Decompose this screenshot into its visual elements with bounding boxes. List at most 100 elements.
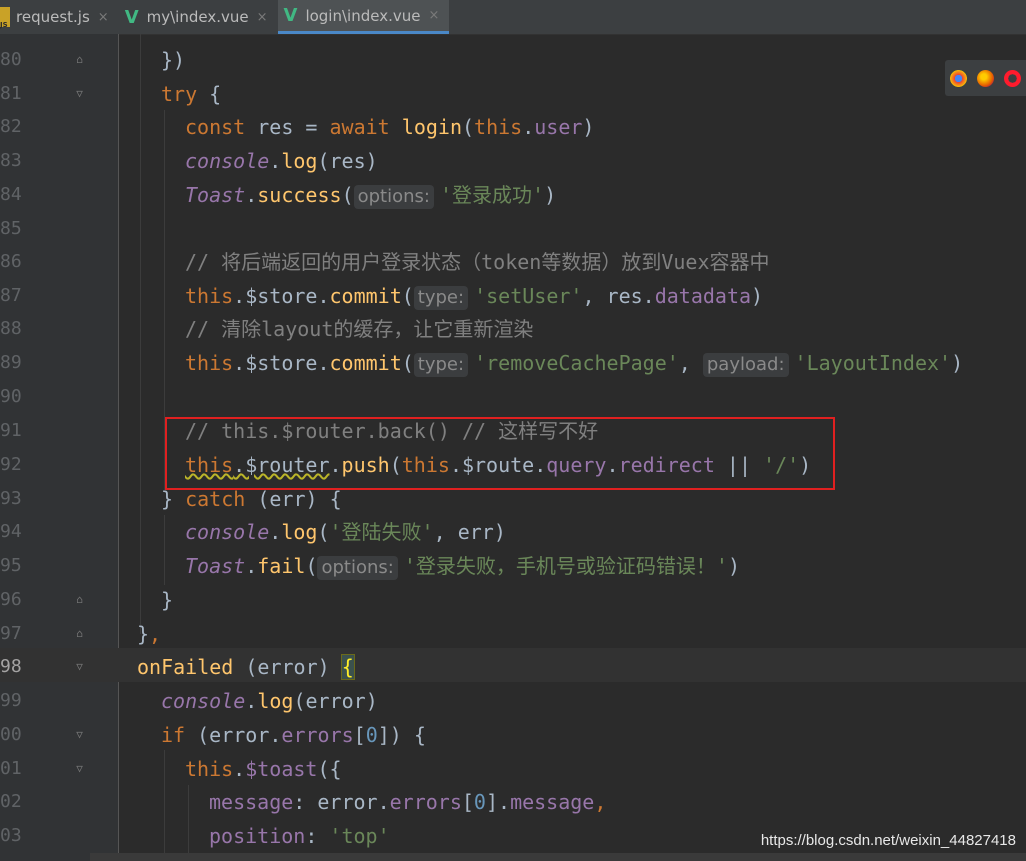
code-string: 'setUser' — [474, 284, 583, 308]
tab-my-index-vue[interactable]: V my\index.vue × — [119, 0, 278, 34]
code-function: onFailed — [137, 655, 234, 679]
code-global: console — [161, 689, 246, 713]
close-icon[interactable]: × — [98, 10, 109, 25]
code-text: ( — [317, 520, 330, 544]
code-text: : error. — [293, 790, 390, 814]
line-number: 90 — [0, 386, 22, 407]
code-text: (err) { — [245, 487, 342, 511]
line-number: 02 — [0, 791, 22, 812]
line-number: 88 — [0, 318, 22, 339]
fold-end-icon[interactable]: ⌂ — [73, 627, 86, 640]
code-property: message — [510, 790, 595, 814]
horizontal-scrollbar[interactable] — [90, 853, 1026, 861]
code-text: } — [161, 588, 174, 612]
code-text: ( — [401, 351, 414, 375]
code-property: user — [534, 115, 583, 139]
code-text: { — [197, 82, 222, 106]
code-text: ( — [401, 284, 414, 308]
code-function: commit — [329, 284, 402, 308]
line-number: 97 — [0, 623, 22, 644]
code-text: ( — [341, 183, 354, 207]
line-number: 00 — [0, 724, 22, 745]
code-text: (res) — [317, 149, 378, 173]
parameter-hint: options: — [317, 556, 398, 580]
code-keyword: this — [185, 284, 234, 308]
opera-icon[interactable] — [1004, 69, 1021, 87]
code-text: ({ — [317, 757, 342, 781]
code-keyword: try — [161, 82, 198, 106]
close-icon[interactable]: × — [428, 8, 439, 23]
fold-end-icon[interactable]: ⌂ — [73, 53, 86, 66]
fold-start-icon[interactable]: ▽ — [73, 762, 86, 775]
code-line: 84 Toast.success(options: '登录成功') — [0, 178, 1026, 212]
close-icon[interactable]: × — [257, 10, 268, 25]
code-line: 02 message: error.errors[0].message, — [0, 785, 1026, 819]
code-line: 01 ▽ this.$toast({ — [0, 752, 1026, 786]
line-number: 85 — [0, 218, 22, 239]
code-line: 94 console.log('登陆失败', err) — [0, 515, 1026, 549]
code-line: 88 // 清除layout的缓存，让它重新渲染 — [0, 312, 1026, 346]
line-number: 92 — [0, 454, 22, 475]
code-text: , — [149, 622, 162, 646]
line-number: 01 — [0, 758, 22, 779]
code-function: log — [257, 689, 294, 713]
line-number: 03 — [0, 825, 22, 846]
code-text: ]) { — [377, 723, 426, 747]
code-global: console — [185, 520, 270, 544]
line-number: 81 — [0, 83, 22, 104]
code-function: login — [389, 115, 462, 139]
code-comment: // 清除layout的缓存，让它重新渲染 — [185, 317, 534, 341]
browser-preview-bar — [945, 60, 1026, 96]
fold-end-icon[interactable]: ⌂ — [73, 593, 86, 606]
code-text: .$store. — [233, 284, 330, 308]
parameter-hint: type: — [413, 353, 469, 377]
code-string: 'LayoutIndex' — [794, 351, 952, 375]
code-text: , — [594, 790, 607, 814]
code-text: [ — [353, 723, 366, 747]
fold-start-icon[interactable]: ▽ — [73, 87, 86, 100]
code-line: 83 console.log(res) — [0, 144, 1026, 178]
code-text: .$store. — [233, 351, 330, 375]
fold-start-icon[interactable]: ▽ — [73, 660, 86, 673]
code-text: , res. — [582, 284, 655, 308]
firefox-icon[interactable] — [977, 69, 994, 87]
line-number: 87 — [0, 285, 22, 306]
editor-tab-bar: request.js × V my\index.vue × V login\in… — [0, 0, 1026, 35]
code-text: . — [522, 115, 535, 139]
tab-request-js[interactable]: request.js × — [0, 0, 119, 34]
annotation-red-box — [165, 417, 835, 490]
code-comment: // 将后端返回的用户登录状态（token等数据）放到Vuex容器中 — [185, 250, 770, 274]
code-keyword: const — [185, 115, 246, 139]
code-keyword: this — [185, 351, 234, 375]
vue-file-icon: V — [124, 6, 139, 28]
code-global: Toast — [185, 554, 246, 578]
code-line: 97 ⌂ }, — [0, 617, 1026, 651]
code-keyword: this — [474, 115, 523, 139]
line-number: 91 — [0, 420, 22, 441]
code-line: 89 this.$store.commit(type:'removeCacheP… — [0, 346, 1026, 380]
chrome-icon[interactable] — [950, 69, 967, 87]
line-number: 89 — [0, 352, 22, 373]
code-string: '登录失败，手机号或验证码错误！' — [403, 554, 728, 578]
code-text: ) — [544, 183, 557, 207]
parameter-hint: options: — [353, 185, 434, 209]
code-text: (error) — [293, 689, 378, 713]
tab-login-index-vue[interactable]: V login\index.vue × — [277, 0, 450, 34]
fold-start-icon[interactable]: ▽ — [73, 728, 86, 741]
code-text: . — [269, 149, 282, 173]
code-line: 87 this.$store.commit(type:'setUser', re… — [0, 279, 1026, 313]
code-property: $toast — [245, 757, 318, 781]
code-function: log — [281, 149, 318, 173]
code-function: commit — [329, 351, 402, 375]
code-property: message — [209, 790, 294, 814]
code-property: errors — [389, 790, 462, 814]
code-line: 99 console.log(error) — [0, 684, 1026, 718]
parameter-hint: type: — [413, 286, 469, 310]
code-text: } — [137, 622, 150, 646]
parameter-hint: payload: — [702, 353, 789, 377]
matched-brace: { — [340, 654, 355, 680]
code-string: 'top' — [329, 824, 390, 848]
code-line: 85 — [0, 212, 1026, 246]
vue-file-icon: V — [283, 5, 298, 26]
code-text: (error. — [185, 723, 282, 747]
